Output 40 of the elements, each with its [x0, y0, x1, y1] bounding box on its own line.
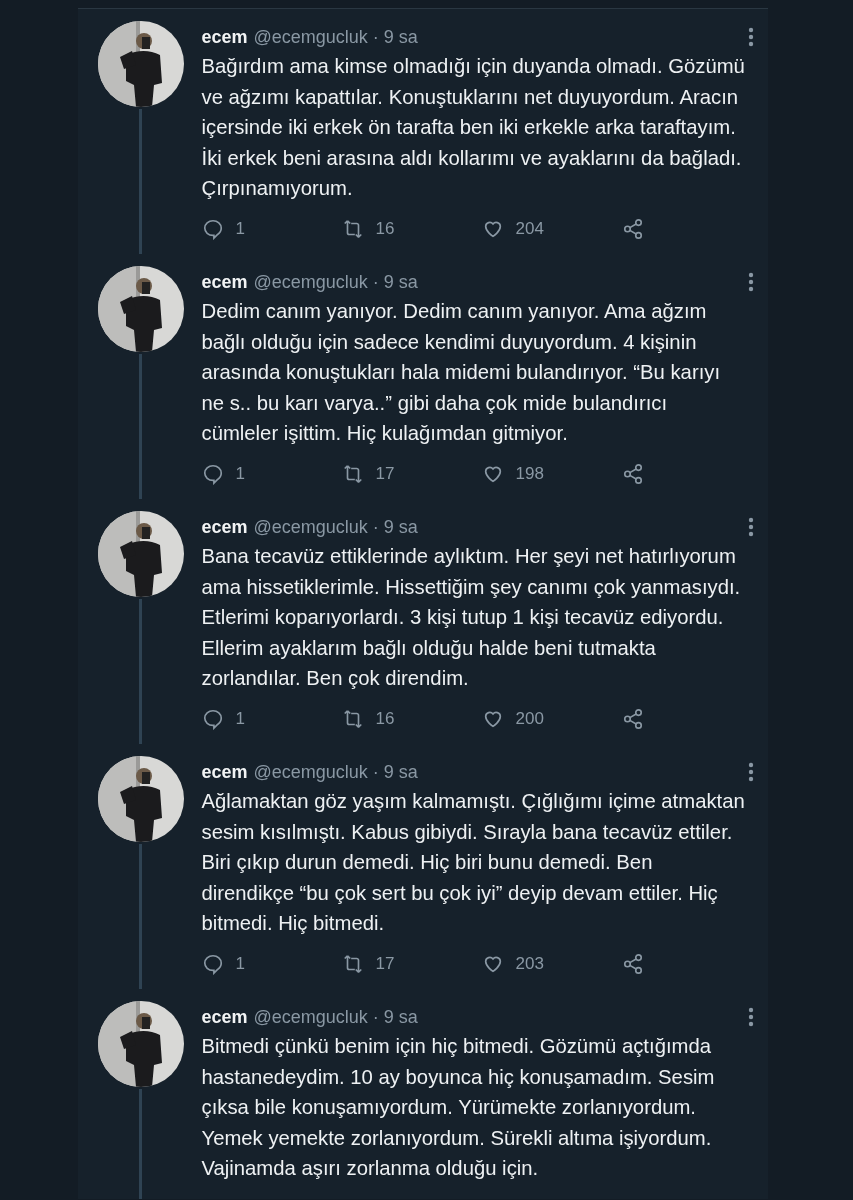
like-count: 200: [515, 708, 544, 729]
tweet-text: Bitmedi çünkü benim için hiç bitmedi. Gözümü açtığımda hastanedeydim. 10 ay boyunca hiç konuşamadım. Sesim çıksa bile konuşamıyordum. Yürümekte zorlanıyordum. Yemek yemekte zorlanıyordum. Sürekli altıma işiyordum. Vajinamda aşırı zorlanma olduğu için.: [201, 1034, 716, 1181]
more-icon[interactable]: [747, 272, 754, 292]
share-icon[interactable]: [621, 217, 644, 240]
retweet-count: 17: [375, 953, 395, 974]
reply-count: 1: [235, 463, 245, 484]
author-name[interactable]: ecem: [201, 516, 248, 538]
reply-icon[interactable]: [201, 952, 224, 975]
like-count: 198: [515, 463, 544, 484]
reply-count: 1: [235, 953, 245, 974]
tweet-text: Dedim canım yanıyor. Dedim canım yanıyor. Ama ağzım bağlı olduğu için sadece kendimi duyuyordum. 4 kişinin arasında konuştukları hala midemi bulandırıyor. “Bu karıyı ne s.. bu karı varya..” gibi daha çok mide bulandırıcı cümleler işittim. Hiç kulağımdan gitmiyor.: [201, 299, 722, 446]
retweet-count: 16: [375, 218, 395, 239]
author-name[interactable]: ecem: [201, 761, 248, 783]
like-count: 204: [515, 218, 544, 239]
author-name[interactable]: ecem: [201, 26, 248, 48]
tweet-text: Bağırdım ama kimse olmadığı için duyanda olmadı. Gözümü ve ağzımı kapattılar. Konuştuklarını net duyuyordum. Aracın içersinde iki erkek ön tarafta ben iki erkekle arka taraftayım. İki erkek beni arasına aldı kollarımı ve ayaklarını da bağladı. Çırpınamıyorum.: [201, 54, 746, 201]
more-icon[interactable]: [747, 762, 754, 782]
retweet-count: 17: [375, 463, 395, 484]
more-icon[interactable]: [747, 517, 754, 537]
reply-icon[interactable]: [201, 462, 224, 485]
author-handle: @ecemgucluk · 9 sa: [253, 271, 418, 293]
author-name[interactable]: ecem: [201, 271, 248, 293]
author-handle: @ecemgucluk · 9 sa: [253, 26, 418, 48]
author-handle: @ecemgucluk · 9 sa: [253, 516, 418, 538]
author-name[interactable]: ecem: [201, 1006, 248, 1028]
tweet-text: Ağlamaktan göz yaşım kalmamıştı. Çığlığımı içime atmaktan sesim kısılmıştı. Kabus gibiydi. Sırayla bana tecavüz ettiler. Biri çıkıp durun demedi. Hiç biri bunu demedi. Ben direndikçe “bu çok sert bu çok iyi” deyip devam ettiler. Hiç bitmedi. Hiç bitmedi.: [201, 789, 746, 936]
more-icon[interactable]: [747, 27, 754, 47]
share-icon[interactable]: [621, 462, 644, 485]
more-icon[interactable]: [747, 1007, 754, 1027]
reply-count: 1: [235, 708, 245, 729]
share-icon[interactable]: [621, 707, 644, 730]
reply-icon[interactable]: [201, 217, 224, 240]
reply-count: 1: [235, 218, 245, 239]
author-handle: @ecemgucluk · 9 sa: [253, 1006, 418, 1028]
author-handle: @ecemgucluk · 9 sa: [253, 761, 418, 783]
share-icon[interactable]: [621, 952, 644, 975]
retweet-count: 16: [375, 708, 395, 729]
like-count: 203: [515, 953, 544, 974]
tweet-text: Bana tecavüz ettiklerinde aylıktım. Her şeyi net hatırlıyorum ama hissetiklerimle. Hissettiğim şey canımı çok yanmasıydı. Etlerimi koparıyorlardı. 3 kişi tutup 1 kişi tecavüz ediyordu. Ellerim ayaklarım bağlı olduğu halde beni tutmakta zorlandılar. Ben çok direndim.: [201, 544, 742, 691]
reply-icon[interactable]: [201, 707, 224, 730]
